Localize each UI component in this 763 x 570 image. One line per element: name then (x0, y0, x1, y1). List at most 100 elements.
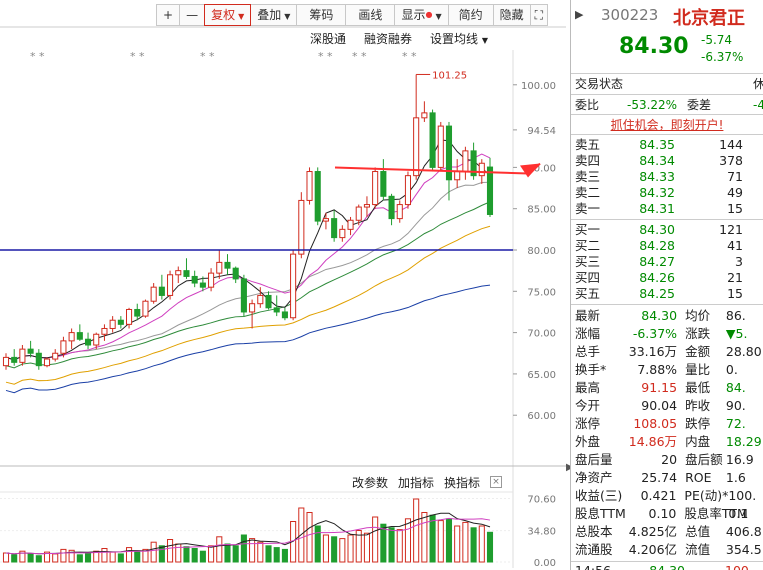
ask-row[interactable]: 卖四 84.34 378 (575, 153, 763, 169)
weibi-value: -53.22% (627, 98, 678, 112)
volume-bar (421, 512, 428, 563)
stats-row: 净资产 25.74 ROE 1.6 (575, 469, 763, 487)
stat-value: 1.6 (725, 470, 746, 485)
volume-bar (454, 525, 461, 563)
ask-row[interactable]: 卖一 84.31 15 (575, 201, 763, 217)
ma-settings-dropdown[interactable]: 设置均线 ▼ (430, 30, 488, 47)
ask-level-label: 卖一 (575, 201, 601, 216)
candle-body (175, 270, 182, 276)
candle-body (240, 278, 247, 313)
stats-table: 最新 84.30 均价 86. 涨幅 -6.37% 涨跌 ▼5. 总手 33.16万 金额 28.80… (571, 305, 763, 559)
candle-body (216, 261, 223, 274)
candle-body (224, 261, 231, 269)
volume-bar (380, 523, 387, 563)
margin-trading-link[interactable]: 融资融券 (364, 30, 412, 47)
stat-label: 流通股 (575, 542, 613, 557)
candle-body (117, 319, 124, 325)
ma10-line (5, 153, 491, 361)
switch-indicator-button[interactable]: 换指标 (444, 474, 480, 491)
volume-bar (191, 548, 198, 563)
shengutong-link[interactable]: 深股通 (310, 30, 346, 47)
ask-row[interactable]: 卖三 84.33 71 (575, 169, 763, 185)
stat-value: 91.15 (641, 380, 678, 395)
candle-body (265, 294, 272, 309)
ask-row[interactable]: 卖二 84.32 49 (575, 185, 763, 201)
bid-level-label: 买一 (575, 222, 601, 237)
stat-value: 86. (725, 308, 746, 323)
bid-volume: 21 (727, 270, 743, 285)
candle-body (454, 171, 461, 181)
event-marker-stars: * * (352, 50, 367, 63)
edit-params-button[interactable]: 改参数 (352, 474, 388, 491)
candle-body (27, 348, 34, 354)
stat-value: 72. (725, 416, 746, 431)
volume-bar (240, 534, 247, 563)
bid-row[interactable]: 买四 84.26 21 (575, 270, 763, 286)
stat-label: 股息TTM (575, 506, 626, 521)
volume-bar (52, 553, 59, 563)
ask-book: 卖五 84.35 144 卖四 84.34 378 卖三 84.33 71 卖二 84.32 49 卖一… (571, 135, 763, 220)
stat-value: 25.74 (641, 470, 678, 485)
stat-label: 外盘 (575, 434, 601, 449)
volume-bar (257, 541, 264, 563)
stats-row: 今开 90.04 昨收 90. (575, 397, 763, 415)
candle-body (462, 150, 469, 173)
ask-level-label: 卖三 (575, 169, 601, 184)
change-percent: -6.37% (701, 50, 744, 64)
ask-price: 84.31 (639, 201, 675, 216)
ask-row[interactable]: 卖五 84.35 144 (575, 137, 763, 153)
tick-price: 84.30 (621, 562, 685, 570)
ask-level-label: 卖四 (575, 153, 601, 168)
candle-body (249, 303, 256, 313)
price-tick-label: 70.00 (527, 329, 556, 340)
stat-label: 最低 (685, 380, 711, 395)
bid-row[interactable]: 买一 84.30 121 (575, 222, 763, 238)
candle-body (413, 117, 420, 177)
candle-body (339, 228, 346, 239)
stat-value: 90.04 (641, 398, 678, 413)
ask-volume: 15 (727, 201, 743, 216)
stat-value: 406.8 (725, 524, 762, 539)
volume-bar (486, 531, 494, 563)
close-icon[interactable]: × (490, 476, 503, 488)
stock-name: 北京君正 (673, 8, 745, 29)
stats-row: 流通股 4.206亿 流值 354.5 (575, 541, 763, 559)
bid-book: 买一 84.30 121 买二 84.28 41 买三 84.27 3 买四 84.26 21 买五 84… (571, 220, 763, 305)
stat-label: 量比 (685, 362, 711, 377)
stat-value: 108.05 (633, 416, 678, 431)
bid-row[interactable]: 买五 84.25 15 (575, 286, 763, 302)
add-indicator-button[interactable]: 加指标 (398, 474, 434, 491)
candle-body (19, 348, 26, 363)
stat-value: 0.421 (640, 488, 677, 503)
candle-body (486, 166, 494, 215)
candle-body (191, 275, 198, 284)
candle-body (150, 286, 157, 302)
fuquan-dropdown[interactable]: 复权 ▼ (204, 4, 252, 26)
candle-body (306, 171, 313, 201)
volume-bar (183, 546, 190, 563)
price-tick-label: 60.00 (527, 411, 556, 422)
stock-code: 300223 (601, 6, 659, 24)
candle-body (43, 358, 51, 367)
chart-header: 深股通 融资融券 设置均线 ▼ (310, 30, 488, 47)
candle-body (35, 352, 42, 367)
candle-body (257, 294, 264, 305)
bid-row[interactable]: 买二 84.28 41 (575, 238, 763, 254)
stat-label: 总值 (685, 524, 711, 539)
volume-bar (437, 520, 444, 563)
bid-level-label: 买二 (575, 238, 601, 253)
price-tick-label: 94.54 (527, 126, 556, 137)
volume-bar (363, 532, 370, 563)
stat-value: ▼5. (725, 326, 748, 341)
volume-bar (249, 538, 256, 563)
stats-row: 涨幅 -6.37% 涨跌 ▼5. (575, 325, 763, 343)
open-account-link[interactable]: 抓住机会，即刻开户! (571, 115, 763, 135)
bid-row[interactable]: 买三 84.27 3 (575, 254, 763, 270)
candle-body (355, 206, 362, 221)
collapse-icon[interactable]: ▶ (575, 8, 583, 21)
red-arrow-line (334, 166, 529, 175)
volume-bar (314, 525, 321, 563)
stat-label: 今开 (575, 398, 601, 413)
candle-body (298, 199, 305, 255)
volume-bar (35, 555, 42, 563)
